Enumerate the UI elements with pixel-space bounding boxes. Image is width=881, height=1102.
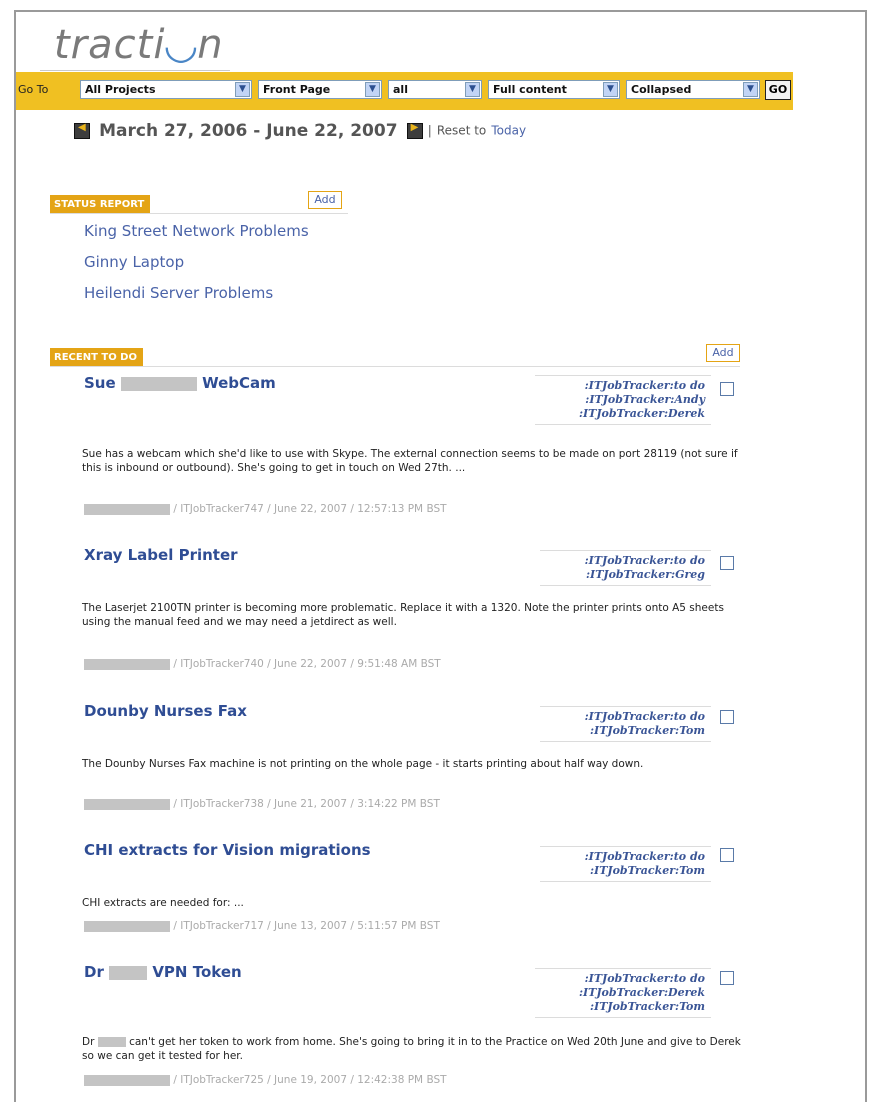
todo-meta: / ITJobTracker740 / June 22, 2007 / 9:51…	[84, 658, 441, 670]
tag-link[interactable]: :ITJobTracker:Tom	[544, 864, 705, 878]
redacted-name	[97, 1037, 126, 1047]
todo-title-link[interactable]: CHI extracts for Vision migrations	[84, 841, 371, 859]
arrow-left-icon: ◀	[78, 121, 86, 133]
tag-link[interactable]: :ITJobTracker:Tom	[544, 724, 705, 738]
tag-link[interactable]: :ITJobTracker:to do	[544, 554, 705, 568]
redacted-author	[84, 503, 170, 515]
content-select[interactable]: Full content ▼	[488, 80, 620, 99]
tag-link[interactable]: :ITJobTracker:to do	[544, 850, 705, 864]
status-item-link[interactable]: Heilendi Server Problems	[84, 284, 273, 302]
todo-meta: / ITJobTracker747 / June 22, 2007 / 12:5…	[84, 503, 447, 515]
arrow-right-icon: ▶	[410, 121, 419, 133]
project-select[interactable]: All Projects ▼	[80, 80, 252, 99]
redacted-author	[84, 1074, 170, 1086]
reset-label: Reset to	[436, 123, 487, 138]
todo-done-checkbox[interactable]	[720, 710, 734, 724]
todo-meta: / ITJobTracker725 / June 19, 2007 / 12:4…	[84, 1074, 447, 1086]
chevron-down-icon: ▼	[743, 82, 758, 97]
logo-underline	[40, 70, 230, 71]
todo-description: Sue has a webcam which she'd like to use…	[82, 448, 738, 474]
status-item-link[interactable]: King Street Network Problems	[84, 222, 309, 240]
todo-description: Dr can't get her token to work from home…	[82, 1036, 741, 1062]
tag-link[interactable]: :ITJobTracker:to do	[544, 710, 705, 724]
chevron-down-icon: ▼	[603, 82, 618, 97]
prev-range-button[interactable]: ◀	[74, 121, 90, 139]
add-todo-button[interactable]: Add	[706, 344, 740, 362]
today-link[interactable]: Today	[491, 124, 526, 138]
status-item-link[interactable]: Ginny Laptop	[84, 253, 184, 271]
traction-logo[interactable]: tracti◡n	[54, 22, 224, 68]
tag-list: :ITJobTracker:to do :ITJobTracker:Greg	[540, 550, 711, 586]
tag-list: :ITJobTracker:to do :ITJobTracker:Andy :…	[535, 375, 711, 425]
chevron-down-icon: ▼	[235, 82, 250, 97]
todo-description: CHI extracts are needed for: ...	[82, 897, 244, 909]
todo-title-link[interactable]: Sue WebCam	[84, 374, 276, 392]
divider	[50, 366, 740, 367]
date-range-row: ◀ March 27, 2006 - June 22, 2007 ▶ | Res…	[74, 120, 526, 142]
todo-done-checkbox[interactable]	[720, 848, 734, 862]
tag-link[interactable]: :ITJobTracker:Derek	[539, 407, 705, 421]
todo-done-checkbox[interactable]	[720, 382, 734, 396]
filter-select[interactable]: all ▼	[388, 80, 482, 99]
todo-meta: / ITJobTracker738 / June 21, 2007 / 3:14…	[84, 798, 440, 810]
go-button[interactable]: GO	[765, 80, 791, 100]
tag-link[interactable]: :ITJobTracker:Tom	[539, 1000, 705, 1014]
tag-list: :ITJobTracker:to do :ITJobTracker:Tom	[540, 706, 711, 742]
todo-title-link[interactable]: Dounby Nurses Fax	[84, 702, 247, 720]
todo-description: The Dounby Nurses Fax machine is not pri…	[82, 758, 644, 770]
tag-link[interactable]: :ITJobTracker:Andy	[539, 393, 705, 407]
todo-title-link[interactable]: Xray Label Printer	[84, 546, 238, 564]
chevron-down-icon: ▼	[465, 82, 480, 97]
todo-meta: / ITJobTracker717 / June 13, 2007 / 5:11…	[84, 920, 440, 932]
tag-link[interactable]: :ITJobTracker:to do	[539, 379, 705, 393]
redacted-name	[120, 376, 197, 391]
goto-label: Go To	[18, 83, 49, 96]
redacted-author	[84, 658, 170, 670]
date-range-text: March 27, 2006 - June 22, 2007	[99, 120, 398, 141]
redacted-name	[109, 965, 148, 980]
page-select[interactable]: Front Page ▼	[258, 80, 382, 99]
add-status-button[interactable]: Add	[308, 191, 342, 209]
redacted-author	[84, 798, 170, 810]
next-range-button[interactable]: ▶	[406, 121, 423, 139]
chevron-down-icon: ▼	[365, 82, 380, 97]
todo-done-checkbox[interactable]	[720, 556, 734, 570]
view-select[interactable]: Collapsed ▼	[626, 80, 760, 99]
recent-todo-header: RECENT TO DO	[50, 348, 143, 366]
divider	[50, 213, 348, 214]
tag-link[interactable]: :ITJobTracker:Derek	[539, 986, 705, 1000]
tag-list: :ITJobTracker:to do :ITJobTracker:Derek …	[535, 968, 711, 1018]
todo-title-link[interactable]: Dr VPN Token	[84, 963, 242, 981]
separator: |	[427, 123, 432, 138]
redacted-author	[84, 920, 170, 932]
todo-description: The Laserjet 2100TN printer is becoming …	[82, 602, 724, 628]
status-report-header: STATUS REPORT	[50, 195, 151, 213]
tag-list: :ITJobTracker:to do :ITJobTracker:Tom	[540, 846, 711, 882]
tag-link[interactable]: :ITJobTracker:Greg	[544, 568, 705, 582]
todo-done-checkbox[interactable]	[720, 971, 734, 985]
goto-bar: Go To All Projects ▼ Front Page ▼ all ▼ Ful…	[16, 72, 793, 110]
tag-link[interactable]: :ITJobTracker:to do	[539, 972, 705, 986]
